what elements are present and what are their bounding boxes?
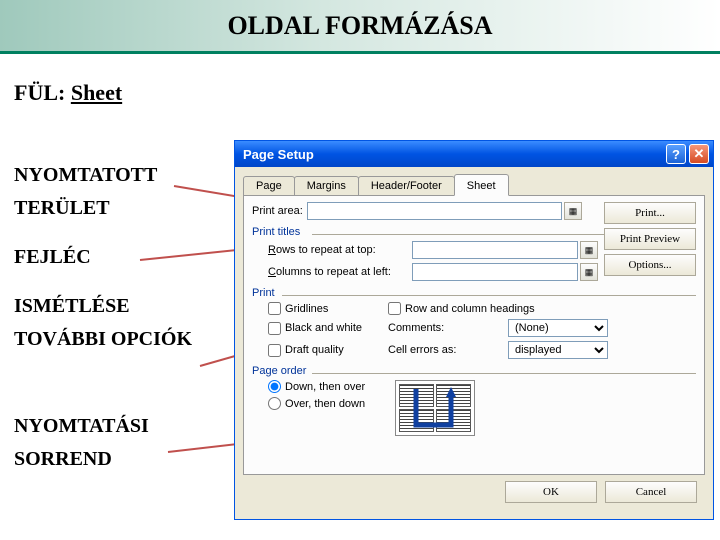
cell-errors-select[interactable]: displayed — [508, 341, 608, 359]
over-then-down-radio[interactable]: Over, then down — [268, 397, 365, 410]
label-nyomtatasi: NYOMTATÁSI — [14, 415, 224, 438]
help-button[interactable]: ? — [666, 144, 686, 164]
cancel-button[interactable]: Cancel — [605, 481, 697, 503]
print-button[interactable]: Print... — [604, 202, 696, 224]
tab-page[interactable]: Page — [243, 176, 295, 195]
page-order-preview — [395, 380, 475, 436]
page-setup-dialog: Page Setup ? ✕ Page Margins Header/Foote… — [234, 140, 714, 520]
ful-label: FÜL: Sheet — [14, 80, 224, 106]
rows-ref-icon[interactable]: ▦ — [580, 241, 598, 259]
dialog-title-text: Page Setup — [243, 147, 314, 162]
cell-errors-label: Cell errors as: — [388, 344, 508, 356]
dialog-titlebar[interactable]: Page Setup ? ✕ — [235, 141, 713, 167]
page-order-group: Page order — [252, 365, 696, 377]
page-order-arrow-icon — [396, 381, 476, 437]
options-button[interactable]: Options... — [604, 254, 696, 276]
slide-title-bar: OLDAL FORMÁZÁSA — [0, 0, 720, 54]
sheet-panel: Print... Print Preview Options... Print … — [243, 195, 705, 475]
label-nyomtatott: NYOMTATOTT — [14, 164, 224, 187]
label-terulet: TERÜLET — [14, 197, 224, 220]
cols-repeat-input[interactable] — [412, 263, 578, 281]
tab-strip: Page Margins Header/Footer Sheet — [243, 173, 705, 195]
tab-margins[interactable]: Margins — [294, 176, 359, 195]
tab-sheet[interactable]: Sheet — [454, 174, 509, 196]
rowcol-headings-checkbox[interactable]: Row and column headings — [388, 302, 696, 315]
print-area-ref-icon[interactable]: ▦ — [564, 202, 582, 220]
ok-button[interactable]: OK — [505, 481, 597, 503]
cols-ref-icon[interactable]: ▦ — [580, 263, 598, 281]
black-white-checkbox[interactable]: Black and white — [268, 322, 388, 335]
close-button[interactable]: ✕ — [689, 144, 709, 164]
label-tovabb: TOVÁBBI OPCIÓK — [14, 328, 224, 351]
label-fejlec: FEJLÉC — [14, 246, 224, 269]
label-ismetlese: ISMÉTLÉSE — [14, 295, 224, 318]
gridlines-checkbox[interactable]: Gridlines — [268, 302, 388, 315]
cols-repeat-label: Columns to repeat at left: — [268, 266, 408, 278]
rows-repeat-input[interactable] — [412, 241, 578, 259]
print-preview-button[interactable]: Print Preview — [604, 228, 696, 250]
label-sorrend: SORREND — [14, 448, 224, 471]
print-area-input[interactable] — [307, 202, 562, 220]
draft-quality-checkbox[interactable]: Draft quality — [268, 344, 388, 357]
annotations: FÜL: Sheet NYOMTATOTT TERÜLET FEJLÉC ISM… — [14, 80, 224, 471]
slide-title: OLDAL FORMÁZÁSA — [227, 11, 492, 41]
tab-headerfooter[interactable]: Header/Footer — [358, 176, 455, 195]
comments-label: Comments: — [388, 322, 508, 334]
down-then-over-radio[interactable]: Down, then over — [268, 380, 365, 393]
print-area-label: Print area: — [252, 205, 303, 217]
print-group: Print — [252, 287, 696, 299]
rows-repeat-label: Rows to repeat at top: — [268, 244, 408, 256]
comments-select[interactable]: (None) — [508, 319, 608, 337]
